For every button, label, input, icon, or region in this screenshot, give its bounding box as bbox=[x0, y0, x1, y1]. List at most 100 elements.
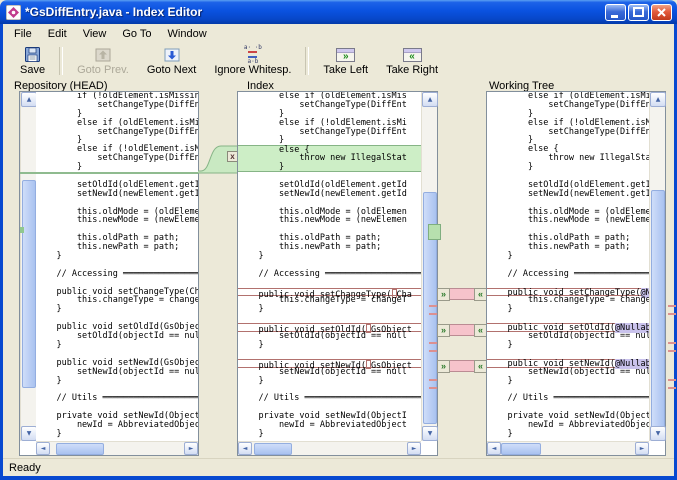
scroll-left-button[interactable]: ◄ bbox=[238, 442, 252, 455]
code-line: // Utils ═════════════════════════════ bbox=[36, 394, 198, 403]
code-line: this.newPath = path; bbox=[238, 243, 421, 252]
code-line bbox=[487, 350, 649, 359]
menu-edit[interactable]: Edit bbox=[40, 26, 75, 42]
index-horizontal-scrollbar[interactable]: ◄ ► bbox=[238, 441, 421, 455]
code-line: setNewId(objectId == null bbox=[238, 368, 421, 377]
code-line: } bbox=[238, 341, 421, 350]
code-line: // Utils ═════════════════════════════ bbox=[487, 394, 649, 403]
repository-horizontal-scrollbar[interactable]: ◄ ► bbox=[36, 441, 198, 455]
copy-to-right-button[interactable]: » bbox=[437, 324, 450, 337]
conflict-band: » « bbox=[437, 359, 487, 373]
code-line: } bbox=[238, 136, 421, 145]
panel-1-code[interactable]: else if (oldElement.isMis setChangeType(… bbox=[238, 92, 421, 441]
scrollbar-thumb[interactable] bbox=[254, 443, 292, 455]
goto-next-icon bbox=[163, 45, 181, 64]
conflict-connector bbox=[450, 360, 474, 372]
scroll-right-button[interactable]: ► bbox=[635, 442, 649, 455]
menu-file[interactable]: File bbox=[6, 26, 40, 42]
app-icon bbox=[6, 5, 21, 20]
toolbar-label: Ignore Whitesp. bbox=[214, 64, 291, 76]
conflict-band: » « bbox=[437, 287, 487, 301]
scrollbar-thumb[interactable] bbox=[56, 443, 104, 455]
code-line bbox=[487, 314, 649, 323]
change-tick bbox=[429, 305, 437, 307]
scroll-down-button[interactable]: ▼ bbox=[422, 426, 438, 441]
change-tick bbox=[429, 350, 437, 352]
code-line: // Accessing ═════════════════════════ bbox=[238, 270, 421, 279]
menu-go-to[interactable]: Go To bbox=[114, 26, 159, 42]
save-icon bbox=[24, 45, 41, 64]
menubar: FileEditViewGo ToWindow bbox=[3, 24, 674, 43]
code-line: } bbox=[238, 163, 421, 172]
code-line: } bbox=[487, 341, 649, 350]
scrollbar-thumb[interactable] bbox=[22, 180, 36, 388]
scroll-right-button[interactable]: ► bbox=[407, 442, 421, 455]
toolbar-label: Goto Prev. bbox=[77, 64, 129, 76]
code-line: } bbox=[36, 377, 198, 386]
panel-working-tree: else if (oldElement.isMis setChangeType(… bbox=[486, 91, 666, 456]
code-line: this.newMode = (newElemen bbox=[36, 216, 198, 225]
working-tree-vertical-scrollbar[interactable]: ▲ ▼ bbox=[649, 92, 665, 441]
change-tick bbox=[429, 342, 437, 344]
scroll-left-button[interactable]: ◄ bbox=[36, 442, 50, 455]
code-line: } bbox=[238, 377, 421, 386]
panel-index: else if (oldElement.isMis setChangeType(… bbox=[237, 91, 438, 456]
scroll-down-button[interactable]: ▼ bbox=[21, 426, 37, 441]
code-line bbox=[238, 350, 421, 359]
ignore-whitespace-button[interactable]: a· ·ba·bIgnore Whitesp. bbox=[205, 44, 300, 77]
toolbar-label: Take Left bbox=[323, 64, 368, 76]
menu-view[interactable]: View bbox=[75, 26, 115, 42]
code-line bbox=[487, 279, 649, 288]
code-line bbox=[238, 314, 421, 323]
panel-2-code[interactable]: else if (oldElement.isMis setChangeType(… bbox=[487, 92, 649, 441]
close-button[interactable] bbox=[651, 4, 672, 21]
window-border bbox=[0, 476, 677, 480]
panel-0-code[interactable]: if (!oldElement.isMissing setChangeType(… bbox=[36, 92, 198, 441]
take-left-button[interactable]: »Take Left bbox=[314, 44, 377, 77]
change-tick bbox=[429, 379, 437, 381]
window-border bbox=[0, 24, 3, 480]
minimize-button[interactable] bbox=[605, 4, 626, 21]
code-line: this.changeType = changeT bbox=[238, 296, 421, 305]
scroll-up-button[interactable]: ▲ bbox=[650, 92, 666, 107]
titlebar[interactable]: *GsDiffEntry.java - Index Editor bbox=[0, 0, 677, 24]
maximize-button[interactable] bbox=[628, 4, 649, 21]
goto-prev-button[interactable]: Goto Prev. bbox=[68, 44, 138, 77]
scroll-up-button[interactable]: ▲ bbox=[21, 92, 37, 107]
take-right-icon: « bbox=[403, 45, 422, 64]
copy-to-right-button[interactable]: » bbox=[437, 360, 450, 373]
scroll-right-button[interactable]: ► bbox=[184, 442, 198, 455]
repository-vertical-scrollbar[interactable]: ▲ ▼ bbox=[20, 92, 36, 441]
code-line: this.newMode = (newElemen bbox=[487, 216, 649, 225]
code-line bbox=[238, 279, 421, 288]
scroll-up-button[interactable]: ▲ bbox=[422, 92, 438, 107]
copy-to-right-button[interactable]: » bbox=[437, 288, 450, 301]
scroll-left-button[interactable]: ◄ bbox=[487, 442, 501, 455]
code-line: } bbox=[238, 305, 421, 314]
take-right-button[interactable]: «Take Right bbox=[377, 44, 447, 77]
panel-repository: ▲ ▼ if (!oldElement.isMissing setChangeT… bbox=[19, 91, 199, 456]
menu-window[interactable]: Window bbox=[160, 26, 215, 42]
code-line: setOldId(objectId == null bbox=[238, 332, 421, 341]
scrollbar-thumb[interactable] bbox=[651, 190, 665, 430]
code-line: } bbox=[487, 163, 649, 172]
code-line: } bbox=[36, 252, 198, 261]
code-line: } bbox=[487, 305, 649, 314]
status-text: Ready bbox=[9, 462, 41, 474]
toolbar: Save Goto Prev. Goto Next a· ·ba·bIgnore Wh… bbox=[3, 43, 674, 78]
working-tree-horizontal-scrollbar[interactable]: ◄ ► bbox=[487, 441, 649, 455]
toolbar-label: Save bbox=[20, 64, 45, 76]
change-tick bbox=[668, 379, 676, 381]
scrollbar-thumb[interactable] bbox=[501, 443, 541, 455]
toolbar-label: Goto Next bbox=[147, 64, 197, 76]
code-line: // Accessing ═════════════════════════ bbox=[36, 270, 198, 279]
toolbar-separator bbox=[59, 47, 63, 75]
code-line: } bbox=[36, 430, 198, 439]
toolbar-label: Take Right bbox=[386, 64, 438, 76]
scroll-down-button[interactable]: ▼ bbox=[650, 426, 666, 441]
code-line: } bbox=[36, 305, 198, 314]
save-button[interactable]: Save bbox=[11, 44, 54, 77]
goto-next-button[interactable]: Goto Next bbox=[138, 44, 206, 77]
code-line: } bbox=[487, 252, 649, 261]
goto-prev-icon bbox=[94, 45, 112, 64]
